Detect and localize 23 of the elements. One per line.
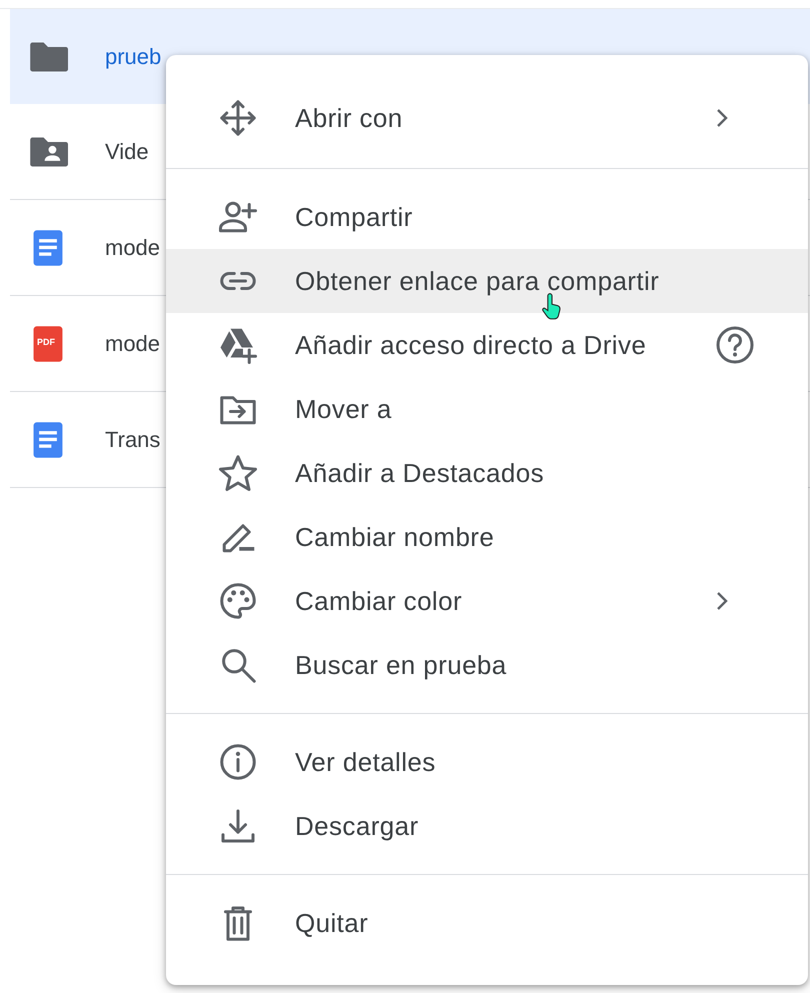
file-name: Trans	[105, 426, 160, 452]
menu-item[interactable]: Añadir a Destacados	[166, 441, 808, 505]
file-name: mode	[105, 330, 160, 356]
chevron-right-icon	[716, 108, 728, 128]
menu-item[interactable]: Mover a	[166, 377, 808, 441]
menu-item[interactable]: Abrir con	[166, 86, 808, 150]
star-icon	[218, 453, 258, 493]
file-name: prueb	[105, 44, 162, 70]
menu-item[interactable]: Buscar en prueba	[166, 633, 808, 697]
info-icon	[218, 742, 258, 782]
menu-item[interactable]: Compartir	[166, 185, 808, 249]
help-icon[interactable]	[715, 325, 755, 365]
menu-item[interactable]: Ver detalles	[166, 730, 808, 794]
file-name: mode	[105, 234, 160, 260]
open-with-icon	[218, 98, 258, 138]
menu-item[interactable]: Cambiar color	[166, 569, 808, 633]
menu-item[interactable]: Añadir acceso directo a Drive	[166, 313, 808, 377]
menu-item[interactable]: Quitar	[166, 891, 808, 955]
palette-icon	[218, 581, 258, 621]
file-name: Vide	[105, 138, 149, 164]
chevron-right-icon	[716, 591, 728, 611]
menu-item[interactable]: Cambiar nombre	[166, 505, 808, 569]
menu-item[interactable]: Descargar	[166, 794, 808, 858]
